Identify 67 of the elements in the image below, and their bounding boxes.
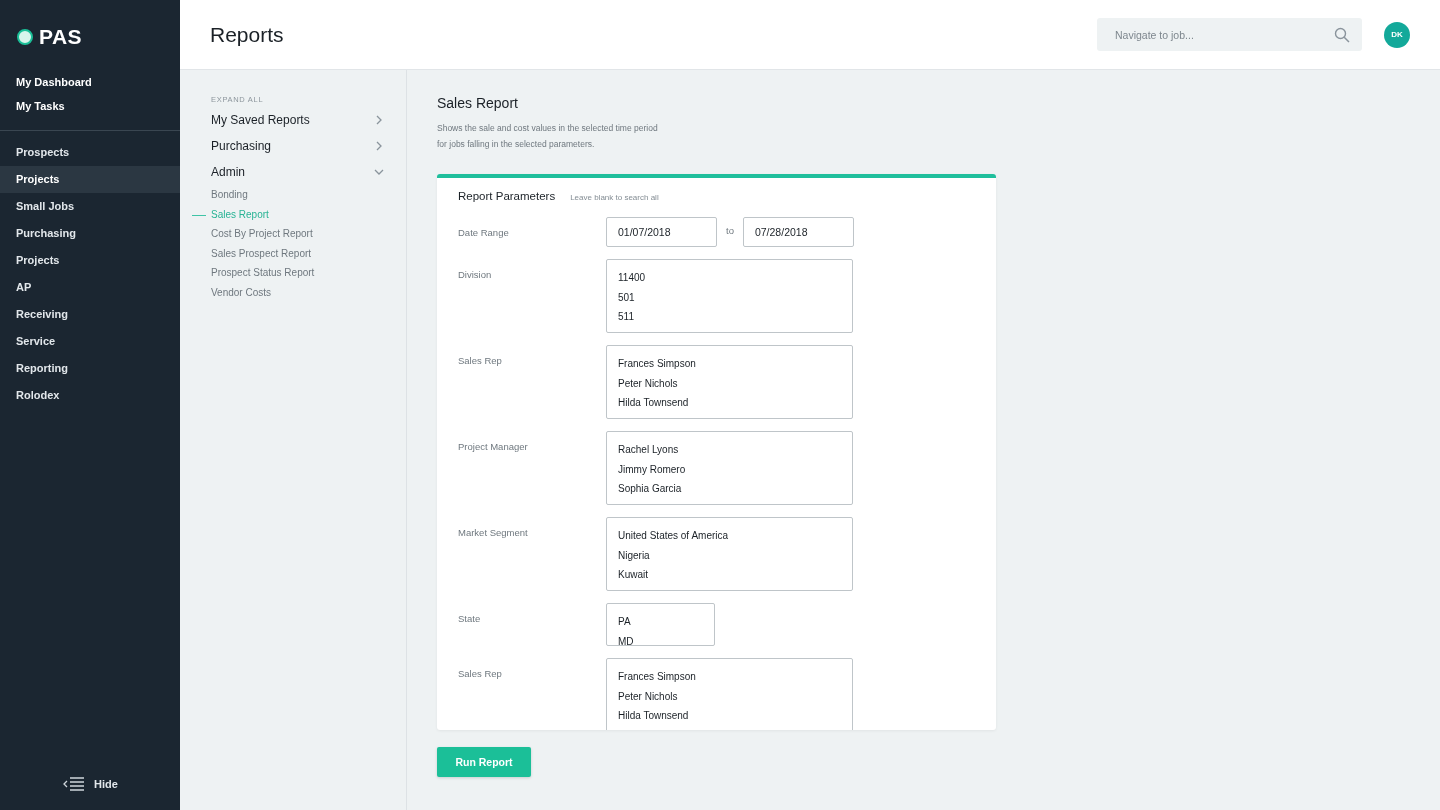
list-option[interactable]: Jimmy Romero xyxy=(618,459,841,479)
app-logo: PAS xyxy=(39,25,83,49)
field-label: Sales Rep xyxy=(458,667,503,681)
sidebar-item[interactable]: Small Jobs xyxy=(0,193,180,220)
list-option[interactable]: Nigeria xyxy=(618,545,841,565)
list-option[interactable]: United States of America xyxy=(618,526,841,546)
search-icon xyxy=(1334,27,1350,43)
report-title: Sales Report xyxy=(437,95,518,111)
chevron-down-icon xyxy=(374,167,384,177)
hide-button[interactable]: Hide xyxy=(58,774,122,794)
selection-indicator xyxy=(192,214,206,216)
logo-icon xyxy=(17,29,33,45)
page-title: Reports xyxy=(210,22,284,47)
field-label: Division xyxy=(458,268,493,282)
report-section[interactable]: My Saved Reports xyxy=(180,107,406,133)
report-section[interactable]: Purchasing xyxy=(180,133,406,159)
sidebar-item[interactable]: AP xyxy=(0,274,180,301)
list-option[interactable]: 511 xyxy=(618,307,841,327)
field-label: Date Range xyxy=(458,226,510,240)
list-option[interactable]: Kuwait xyxy=(618,565,841,585)
sidebar-item[interactable]: My Dashboard xyxy=(0,70,180,94)
multi-select-list[interactable]: United States of America Nigeria Kuwait xyxy=(606,517,853,591)
report-section[interactable]: Admin xyxy=(180,159,406,185)
report-link[interactable]: Bonding xyxy=(180,189,248,201)
multi-select-list[interactable]: Frances Simpson Peter Nichols Hilda Townsend xyxy=(606,345,853,419)
sidebar-item[interactable]: Prospects xyxy=(0,139,180,166)
search-field[interactable]: Navigate to job... xyxy=(1097,18,1362,51)
list-option[interactable]: Sophia Garcia xyxy=(618,479,841,499)
chevron-right-icon xyxy=(374,115,384,125)
multi-select-list[interactable]: Frances Simpson Peter Nichols Hilda Townsend xyxy=(606,658,853,730)
list-option[interactable]: Peter Nichols xyxy=(618,373,841,393)
sidebar-item[interactable]: My Tasks xyxy=(0,94,180,118)
field-label: Market Segment xyxy=(458,526,529,540)
list-option[interactable]: 11400 xyxy=(618,268,841,288)
chevron-right-icon xyxy=(374,141,384,151)
report-link[interactable]: Vendor Costs xyxy=(180,286,272,298)
multi-select-list[interactable]: Rachel Lyons Jimmy Romero Sophia Garcia xyxy=(606,431,853,505)
report-description: Shows the sale and cost values in the selected time period for jobs falling in the selected parameters. xyxy=(437,122,658,151)
field-label: Sales Rep xyxy=(458,354,503,368)
sidebar-item[interactable]: Rolodex xyxy=(0,382,180,409)
multi-select-list[interactable]: 11400 501 511 xyxy=(606,259,853,333)
list-option[interactable]: Peter Nichols xyxy=(618,686,841,706)
field-label: Project Manager xyxy=(458,440,529,454)
sidebar-item[interactable]: Reporting xyxy=(0,355,180,382)
panel-title: Report Parameters xyxy=(458,190,556,202)
report-link[interactable]: Cost By Project Report xyxy=(180,228,313,240)
date-field[interactable]: 07/28/2018 xyxy=(742,217,854,247)
date-field[interactable]: 01/07/2018 xyxy=(606,217,717,247)
list-option[interactable]: Hilda Townsend xyxy=(618,706,841,726)
sidebar-item[interactable]: Projects xyxy=(0,247,180,274)
sidebar-item[interactable]: Projects xyxy=(0,166,180,193)
list-option[interactable]: Frances Simpson xyxy=(618,354,841,374)
list-option[interactable]: Rachel Lyons xyxy=(618,440,841,460)
list-option[interactable]: 501 xyxy=(618,287,841,307)
sidebar-item[interactable]: Service xyxy=(0,328,180,355)
panel-hint: Leave blank to search all xyxy=(570,193,659,202)
list-option[interactable]: Hilda Townsend xyxy=(618,393,841,413)
field-label: State xyxy=(458,612,482,626)
list-option[interactable]: PA xyxy=(618,612,703,632)
report-link[interactable]: Prospect Status Report xyxy=(180,267,315,279)
sidebar-item[interactable]: Receiving xyxy=(0,301,180,328)
multi-select-list[interactable]: PA MD xyxy=(606,603,715,646)
sidebar-item[interactable]: Purchasing xyxy=(0,220,180,247)
range-separator: to xyxy=(725,224,735,238)
report-link[interactable]: Sales Prospect Report xyxy=(180,247,312,259)
list-option[interactable]: Frances Simpson xyxy=(618,667,841,687)
list-option[interactable]: MD xyxy=(618,631,703,645)
